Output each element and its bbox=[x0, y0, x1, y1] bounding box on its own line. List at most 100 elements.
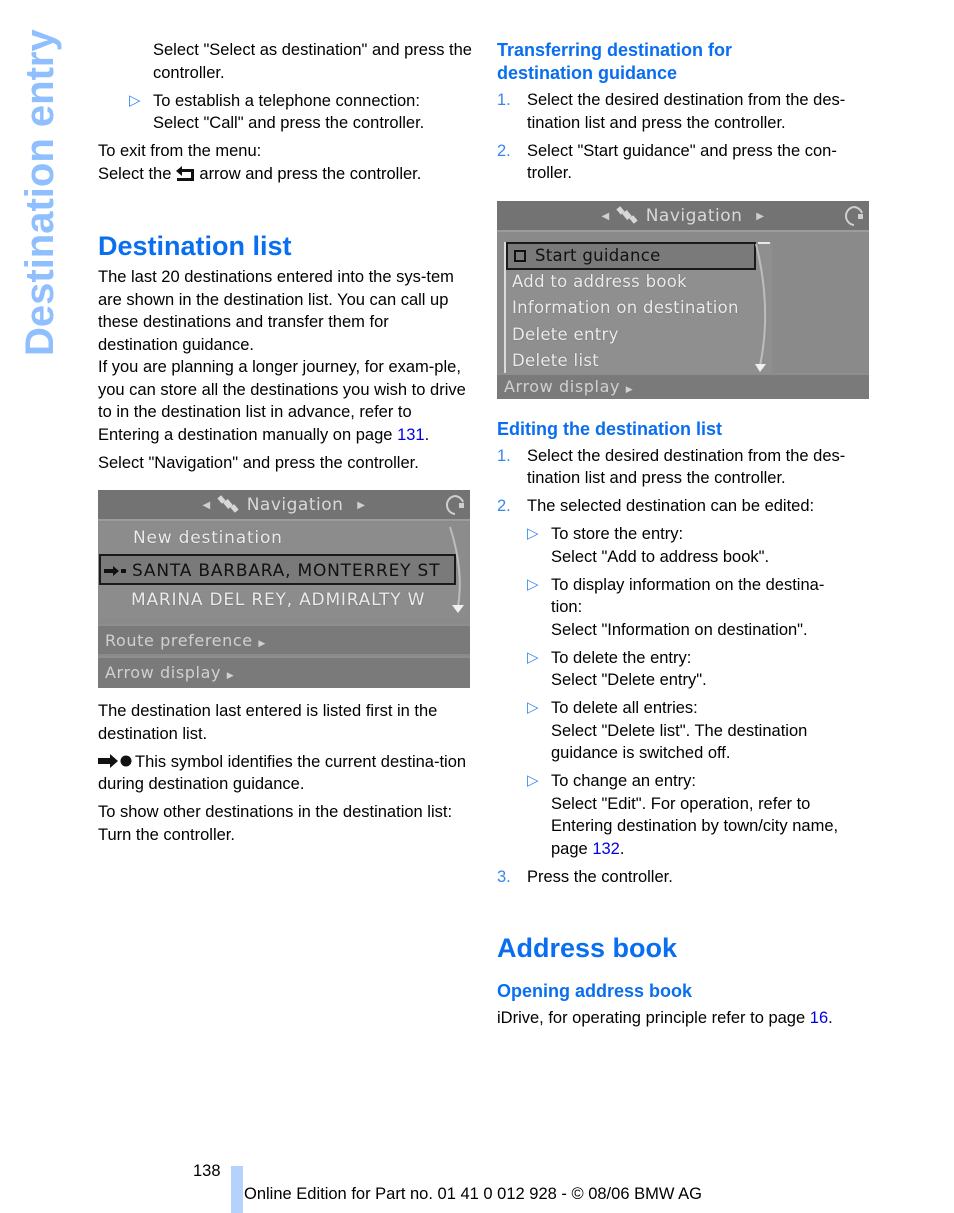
edit-bullet-delete-list: ▷ To delete all entries: Select "Delete … bbox=[497, 697, 877, 765]
bullet-call: ▷ To establish a telephone connection: S… bbox=[98, 90, 473, 135]
list-item-marina-del-rey[interactable]: MARINA DEL REY, ADMIRALTY W bbox=[98, 585, 458, 616]
section-heading-address-book: Address book bbox=[497, 933, 678, 963]
back-arrow-icon bbox=[174, 165, 197, 182]
step-number: 1. bbox=[497, 446, 511, 465]
footer-edition: Online Edition for Part no. 01 41 0 012 … bbox=[244, 1185, 702, 1203]
show-other-line2: Turn the controller. bbox=[98, 825, 235, 844]
para-opening: iDrive, for operating principle refer to… bbox=[497, 1007, 877, 1030]
submenu-arrow-icon: ▶ bbox=[258, 639, 266, 649]
step-number: 2. bbox=[497, 497, 511, 515]
exit-text-after: arrow and press the controller. bbox=[199, 164, 422, 183]
option-label: Start guidance bbox=[535, 245, 661, 265]
bullet-text: Select "Delete list". The destination gu… bbox=[551, 721, 808, 763]
option-delete-list[interactable]: Delete list bbox=[506, 348, 758, 375]
bullet-triangle-icon: ▷ bbox=[527, 575, 539, 593]
link-page-16[interactable]: 16 bbox=[810, 1009, 828, 1027]
step-text: Press the controller. bbox=[527, 867, 673, 886]
bullet-triangle-icon: ▷ bbox=[527, 525, 539, 542]
list-item-santa-barbara[interactable]: SANTA BARBARA, MONTERREY ST bbox=[99, 554, 456, 585]
idrive-screen-destination-options: ◀ Navigation ▶ Start guidance Add to addr… bbox=[497, 200, 869, 399]
option-add-to-address-book[interactable]: Add to address book bbox=[506, 269, 758, 296]
right-arrow-icon: ▶ bbox=[357, 500, 366, 511]
controller-icon bbox=[843, 204, 865, 228]
symbol-text: This symbol identifies the current desti… bbox=[98, 752, 467, 794]
satellite-icon bbox=[217, 495, 239, 513]
bullet-text: Select "Delete entry". bbox=[551, 671, 707, 689]
bullet-text: Select "Information on destination". bbox=[551, 620, 808, 639]
option-information-on-destination[interactable]: Information on destination bbox=[506, 295, 758, 322]
checkbox-icon bbox=[514, 249, 526, 262]
bullet-lead: To display information on the destina-ti… bbox=[551, 575, 825, 617]
menu-arrow-display[interactable]: Arrow display ▶ bbox=[497, 372, 869, 399]
step-text: Select the desired destination from the … bbox=[527, 446, 846, 488]
intro-continuation: Select "Select as destination" and press… bbox=[153, 41, 472, 82]
transfer-step-1: 1. Select the desired destination from t… bbox=[497, 89, 877, 134]
submenu-arrow-icon: ▶ bbox=[226, 671, 235, 681]
scroll-arc-indicator bbox=[755, 241, 770, 372]
bullet-text: Select "Call" and press the controller. bbox=[153, 114, 425, 132]
opening-text: iDrive, for operating principle refer to… bbox=[497, 1009, 806, 1027]
bullet-lead: To change an entry: bbox=[551, 772, 696, 790]
para-last-entered: The destination last entered is listed f… bbox=[98, 702, 438, 743]
para-planning: If you are planning a longer journey, fo… bbox=[98, 356, 473, 446]
bullet-lead: To delete all entries: bbox=[551, 699, 698, 717]
left-arrow-icon: ◀ bbox=[601, 210, 610, 222]
period: . bbox=[424, 425, 430, 444]
bullet-lead: To establish a telephone connection: bbox=[153, 91, 420, 110]
heading-opening-address-book: Opening address book bbox=[497, 981, 693, 1001]
list-item-label: SANTA BARBARA, MONTERREY ST bbox=[132, 561, 441, 581]
exit-menu-line2: Select the arrow and press the controller… bbox=[98, 163, 473, 186]
link-page-132[interactable]: 132 bbox=[592, 840, 620, 858]
current-destination-icon bbox=[98, 752, 132, 768]
footer-accent-bar bbox=[231, 1166, 243, 1213]
screen-title: ◀ Navigation ▶ bbox=[497, 206, 869, 227]
transfer-step-2: 2. Select "Start guidance" and press the… bbox=[497, 140, 877, 185]
edit-bullet-change: ▷ To change an entry: Select "Edit". For… bbox=[497, 770, 877, 860]
step-text: Select the desired destination from the … bbox=[527, 91, 846, 132]
destination-list-area: New destination SANTA BARBARA, MONTERREY… bbox=[98, 523, 468, 618]
edit-bullet-delete-entry: ▷ To delete the entry: Select "Delete en… bbox=[497, 647, 877, 692]
submenu-arrow-icon: ▶ bbox=[625, 384, 634, 395]
bullet-lead: To delete the entry: bbox=[551, 648, 692, 667]
section-heading-destination-list: Destination list bbox=[98, 231, 292, 261]
link-page-131[interactable]: 131 bbox=[397, 426, 425, 444]
bullet-text: Select "Add to address book". bbox=[551, 547, 770, 566]
screen-title: ◀ Navigation ▶ bbox=[98, 495, 470, 516]
menu-arrow-display[interactable]: Arrow display ▶ bbox=[98, 656, 470, 688]
menu-route-preference[interactable]: Route preference ▶ bbox=[98, 624, 470, 654]
bullet-triangle-icon: ▷ bbox=[129, 91, 141, 109]
bar-label: Route preference bbox=[105, 631, 253, 650]
exit-text-before: Select the bbox=[98, 164, 172, 183]
satellite-icon bbox=[616, 205, 638, 224]
page-number: 138 bbox=[193, 1162, 221, 1180]
right-column: Transferring destination for destination… bbox=[497, 39, 877, 1030]
edit-bullet-information: ▷ To display information on the destina-… bbox=[497, 574, 877, 642]
editing-step-3: 3. Press the controller. bbox=[497, 866, 877, 889]
period: . bbox=[619, 839, 625, 858]
step-text: The selected destination can be edited: bbox=[527, 497, 815, 515]
scroll-arc-indicator bbox=[449, 526, 464, 613]
current-destination-icon bbox=[104, 557, 130, 576]
idrive-screen-destination-list: ◀ Navigation ▶ New destination SANTA BARB… bbox=[98, 490, 470, 688]
heading-editing: Editing the destination list bbox=[497, 418, 722, 439]
screen-header: ◀ Navigation ▶ bbox=[98, 490, 470, 521]
period: . bbox=[828, 1009, 833, 1027]
edit-bullet-store: ▷ To store the entry: Select "Add to add… bbox=[497, 523, 877, 568]
step-text: Select "Start guidance" and press the co… bbox=[527, 141, 837, 183]
exit-menu-line1: To exit from the menu: bbox=[98, 142, 262, 160]
list-item-new-destination[interactable]: New destination bbox=[98, 523, 458, 554]
para-symbol: This symbol identifies the current desti… bbox=[98, 751, 473, 796]
heading-transferring: Transferring destination for destination… bbox=[497, 40, 733, 83]
show-other-line1: To show other destinations in the destin… bbox=[98, 803, 453, 821]
bullet-triangle-icon: ▷ bbox=[527, 699, 539, 716]
para-destination-list: The last 20 destinations entered into th… bbox=[98, 268, 454, 354]
select-navigation: Select "Navigation" and press the contro… bbox=[98, 453, 419, 472]
controller-icon bbox=[444, 493, 466, 517]
right-arrow-icon: ▶ bbox=[756, 210, 765, 222]
bullet-triangle-icon: ▷ bbox=[527, 648, 539, 666]
editing-step-1: 1. Select the desired destination from t… bbox=[497, 445, 877, 490]
option-delete-entry[interactable]: Delete entry bbox=[506, 322, 758, 349]
option-start-guidance[interactable]: Start guidance bbox=[506, 241, 756, 270]
bar-label: Arrow display bbox=[105, 663, 222, 682]
bullet-text: Select "Edit". For operation, refer to E… bbox=[551, 793, 871, 861]
